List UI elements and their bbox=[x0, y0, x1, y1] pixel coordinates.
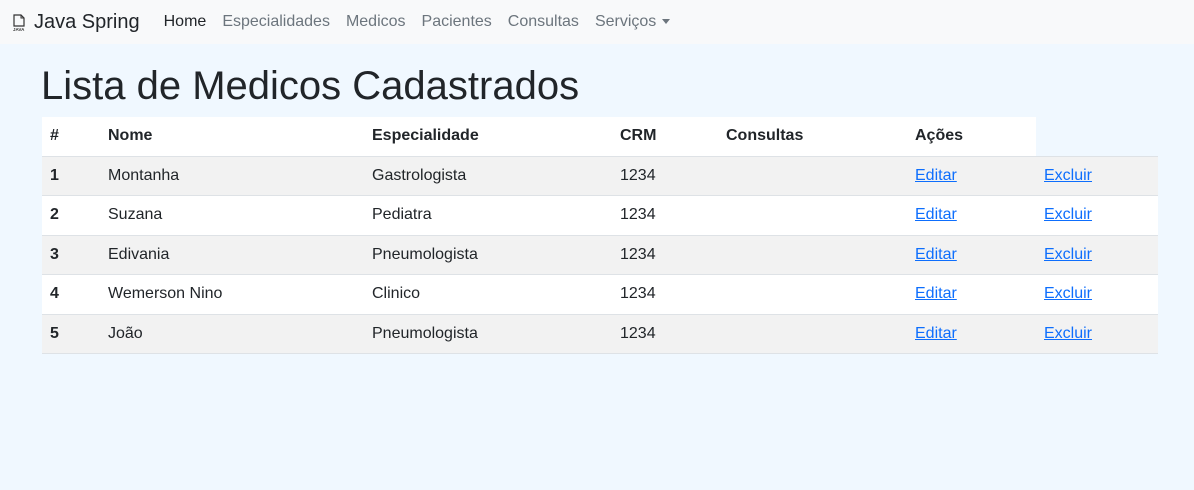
header-acoes: Ações bbox=[907, 117, 1036, 157]
cell-crm: 1234 bbox=[612, 235, 718, 275]
nav-especialidades[interactable]: Especialidades bbox=[214, 0, 338, 44]
nav-medicos[interactable]: Medicos bbox=[338, 0, 414, 44]
cell-index: 5 bbox=[42, 314, 100, 354]
cell-crm: 1234 bbox=[612, 274, 718, 315]
nav-consultas[interactable]: Consultas bbox=[500, 0, 587, 44]
svg-text:JAVA: JAVA bbox=[13, 27, 25, 32]
cell-nome: João bbox=[100, 314, 364, 354]
cell-index: 4 bbox=[42, 274, 100, 315]
table-row: 4 Wemerson Nino Clinico 1234 Editar Excl… bbox=[42, 274, 1158, 315]
header-crm: CRM bbox=[612, 117, 718, 157]
cell-especialidade: Clinico bbox=[364, 274, 612, 315]
cell-especialidade: Pediatra bbox=[364, 195, 612, 236]
nav-links: Home Especialidades Medicos Pacientes Co… bbox=[156, 0, 679, 44]
edit-link[interactable]: Editar bbox=[915, 167, 957, 184]
header-empty bbox=[1036, 117, 1158, 157]
cell-nome: Wemerson Nino bbox=[100, 274, 364, 315]
table-row: 3 Edivania Pneumologista 1234 Editar Exc… bbox=[42, 235, 1158, 275]
edit-link[interactable]: Editar bbox=[915, 206, 957, 223]
table-row: 1 Montanha Gastrologista 1234 Editar Exc… bbox=[42, 156, 1158, 196]
edit-link[interactable]: Editar bbox=[915, 246, 957, 263]
nav-pacientes[interactable]: Pacientes bbox=[414, 0, 500, 44]
caret-down-icon bbox=[662, 19, 671, 25]
cell-index: 2 bbox=[42, 195, 100, 236]
header-consultas: Consultas bbox=[718, 117, 907, 157]
cell-delete: Excluir bbox=[1036, 274, 1158, 315]
delete-link[interactable]: Excluir bbox=[1044, 167, 1092, 184]
cell-consultas bbox=[718, 274, 907, 315]
cell-edit: Editar bbox=[907, 274, 1036, 315]
cell-delete: Excluir bbox=[1036, 195, 1158, 236]
cell-nome: Suzana bbox=[100, 195, 364, 236]
cell-edit: Editar bbox=[907, 314, 1036, 354]
cell-consultas bbox=[718, 156, 907, 196]
navbar: JAVA Java Spring Home Especialidades Med… bbox=[0, 0, 1194, 44]
cell-crm: 1234 bbox=[612, 156, 718, 196]
nav-servicos-dropdown[interactable]: Serviços bbox=[587, 0, 678, 44]
delete-link[interactable]: Excluir bbox=[1044, 206, 1092, 223]
edit-link[interactable]: Editar bbox=[915, 285, 957, 302]
nav-servicos-label: Serviços bbox=[594, 13, 657, 30]
java-document-icon: JAVA bbox=[12, 14, 28, 34]
edit-link[interactable]: Editar bbox=[915, 325, 957, 342]
cell-delete: Excluir bbox=[1036, 235, 1158, 275]
table-row: 2 Suzana Pediatra 1234 Editar Excluir bbox=[42, 195, 1158, 236]
header-especialidade: Especialidade bbox=[364, 117, 612, 157]
cell-edit: Editar bbox=[907, 156, 1036, 196]
header-index: # bbox=[42, 117, 100, 157]
doctors-table: # Nome Especialidade CRM Consultas Ações… bbox=[42, 117, 1158, 354]
cell-especialidade: Gastrologista bbox=[364, 156, 612, 196]
delete-link[interactable]: Excluir bbox=[1044, 285, 1092, 302]
nav-home[interactable]: Home bbox=[156, 0, 215, 44]
header-nome: Nome bbox=[100, 117, 364, 157]
cell-especialidade: Pneumologista bbox=[364, 314, 612, 354]
cell-delete: Excluir bbox=[1036, 156, 1158, 196]
cell-index: 1 bbox=[42, 156, 100, 196]
cell-crm: 1234 bbox=[612, 195, 718, 236]
brand-link[interactable]: JAVA Java Spring bbox=[12, 10, 140, 34]
delete-link[interactable]: Excluir bbox=[1044, 325, 1092, 342]
cell-crm: 1234 bbox=[612, 314, 718, 354]
cell-edit: Editar bbox=[907, 235, 1036, 275]
cell-consultas bbox=[718, 195, 907, 236]
cell-consultas bbox=[718, 314, 907, 354]
cell-nome: Edivania bbox=[100, 235, 364, 275]
cell-edit: Editar bbox=[907, 195, 1036, 236]
delete-link[interactable]: Excluir bbox=[1044, 246, 1092, 263]
cell-especialidade: Pneumologista bbox=[364, 235, 612, 275]
table-row: 5 João Pneumologista 1234 Editar Excluir bbox=[42, 314, 1158, 354]
cell-consultas bbox=[718, 235, 907, 275]
cell-delete: Excluir bbox=[1036, 314, 1158, 354]
doctors-table-container: # Nome Especialidade CRM Consultas Ações… bbox=[42, 117, 1158, 354]
table-header-row: # Nome Especialidade CRM Consultas Ações bbox=[42, 117, 1158, 157]
cell-nome: Montanha bbox=[100, 156, 364, 196]
brand-title: Java Spring bbox=[34, 10, 140, 33]
page-title: Lista de Medicos Cadastrados bbox=[41, 64, 580, 108]
cell-index: 3 bbox=[42, 235, 100, 275]
